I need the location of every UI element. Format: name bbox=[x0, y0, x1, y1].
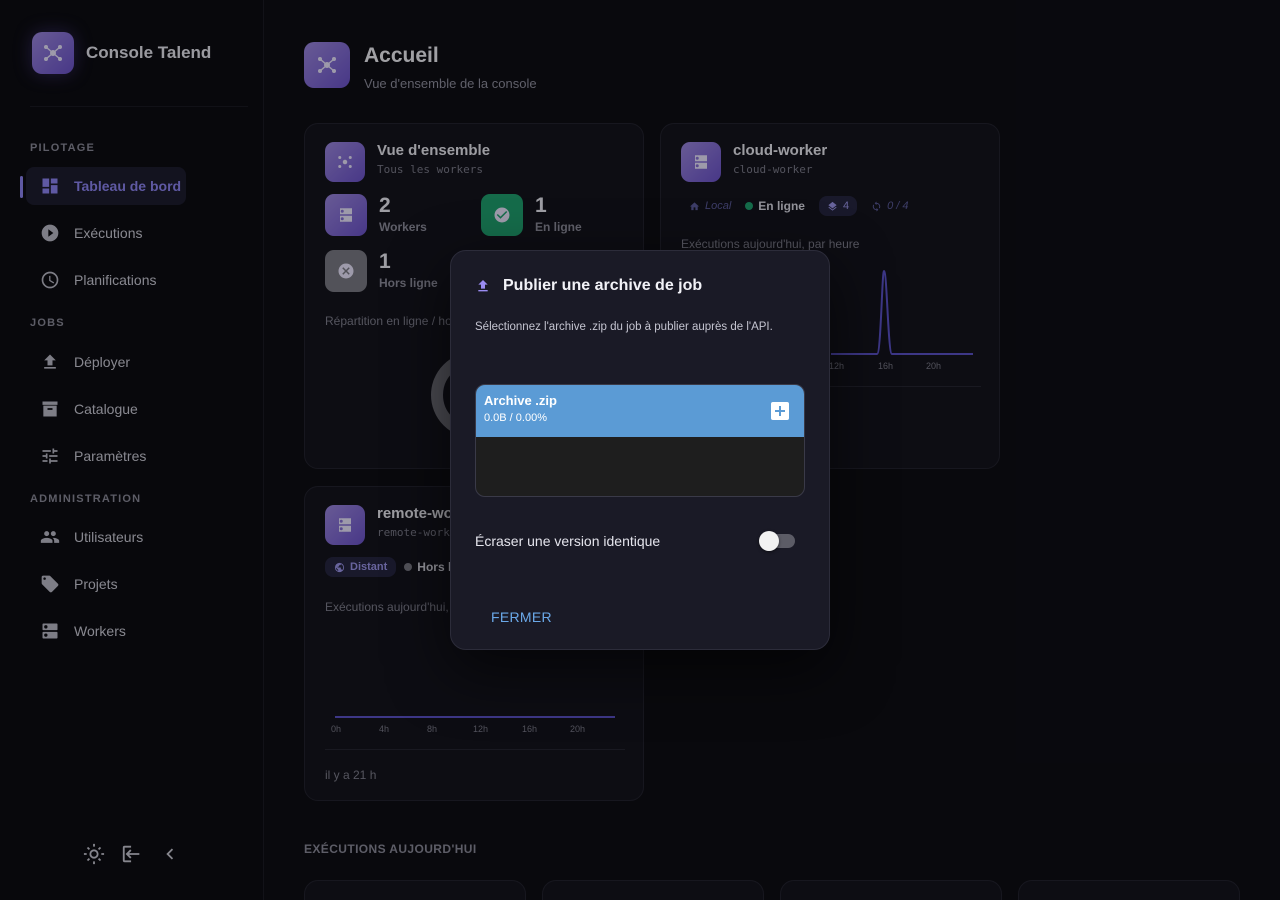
toggle-knob bbox=[759, 531, 779, 551]
dialog-description: Sélectionnez l'archive .zip du job à pub… bbox=[475, 321, 773, 333]
uploader-progress: 0.0B / 0.00% bbox=[484, 412, 547, 424]
uploader-header: Archive .zip 0.0B / 0.00% bbox=[476, 385, 804, 437]
upload-icon bbox=[478, 280, 488, 292]
close-button[interactable]: FERMER bbox=[479, 605, 564, 629]
plus-icon bbox=[775, 406, 785, 416]
add-file-button[interactable] bbox=[771, 402, 789, 420]
dialog-title: Publier une archive de job bbox=[475, 277, 702, 295]
overwrite-label: Écraser une version identique bbox=[475, 533, 661, 549]
publish-archive-dialog: Publier une archive de job Sélectionnez … bbox=[450, 250, 830, 650]
uploader-label: Archive .zip bbox=[484, 393, 557, 408]
overwrite-toggle[interactable] bbox=[759, 531, 795, 551]
overwrite-row: Écraser une version identique bbox=[475, 531, 795, 551]
file-uploader[interactable]: Archive .zip 0.0B / 0.00% bbox=[475, 384, 805, 497]
dialog-title-text: Publier une archive de job bbox=[503, 277, 703, 294]
